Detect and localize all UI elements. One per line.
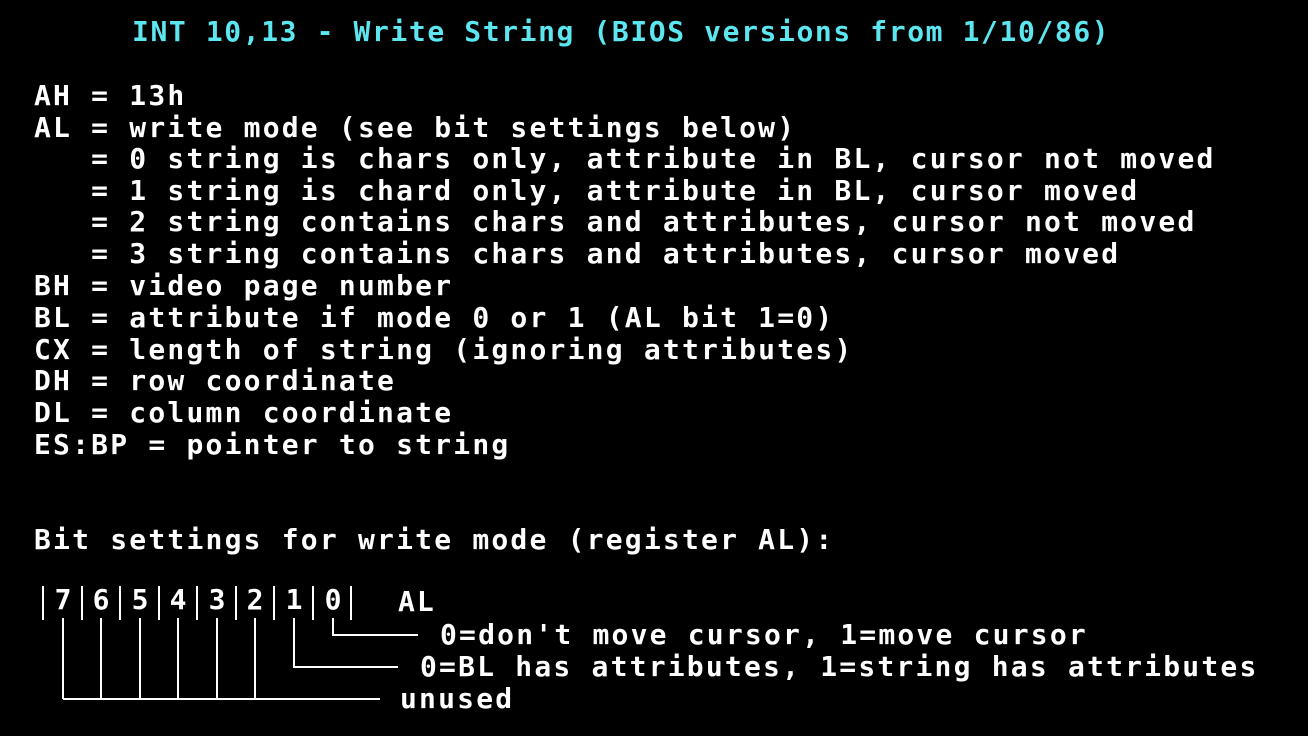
bit-5: 5	[131, 583, 149, 616]
param-dl: DL = column coordinate	[34, 396, 454, 429]
terminal-screen: INT 10,13 - Write String (BIOS versions …	[0, 0, 1308, 736]
param-es-bp: ES:BP = pointer to string	[34, 428, 511, 461]
bit-4: 4	[169, 583, 187, 616]
bit0-description: 0=don't move cursor, 1=move cursor	[440, 618, 1088, 651]
bit-2: 2	[246, 583, 264, 616]
bit-settings-heading: Bit settings for write mode (register AL…	[34, 523, 835, 556]
bit-diagram: 7 6 5 4 3 2 1 0 AL 0=don't move cursor, …	[0, 576, 1308, 736]
register-label: AL	[398, 585, 436, 618]
param-al-mode-0: = 0 string is chars only, attribute in B…	[34, 142, 1216, 175]
bit-7: 7	[54, 583, 72, 616]
param-al-mode-3: = 3 string contains chars and attributes…	[34, 237, 1121, 270]
param-dh: DH = row coordinate	[34, 364, 397, 397]
param-al-mode-2: = 2 string contains chars and attributes…	[34, 205, 1197, 238]
bit-3: 3	[208, 583, 226, 616]
param-bh: BH = video page number	[34, 269, 454, 302]
param-ah: AH = 13h	[34, 79, 187, 112]
param-cx: CX = length of string (ignoring attribut…	[34, 333, 854, 366]
bit-0: 0	[324, 583, 342, 616]
bit1-description: 0=BL has attributes, 1=string has attrib…	[420, 650, 1259, 683]
bit-1: 1	[285, 583, 303, 616]
bit-6: 6	[92, 583, 110, 616]
param-bl: BL = attribute if mode 0 or 1 (AL bit 1=…	[34, 301, 835, 334]
unused-description: unused	[400, 682, 515, 715]
param-al-mode-1: = 1 string is chard only, attribute in B…	[34, 174, 1140, 207]
bit0-connector	[332, 618, 418, 636]
bit1-connector	[293, 618, 398, 668]
param-al: AL = write mode (see bit settings below)	[34, 111, 797, 144]
page-title: INT 10,13 - Write String (BIOS versions …	[132, 15, 1111, 48]
